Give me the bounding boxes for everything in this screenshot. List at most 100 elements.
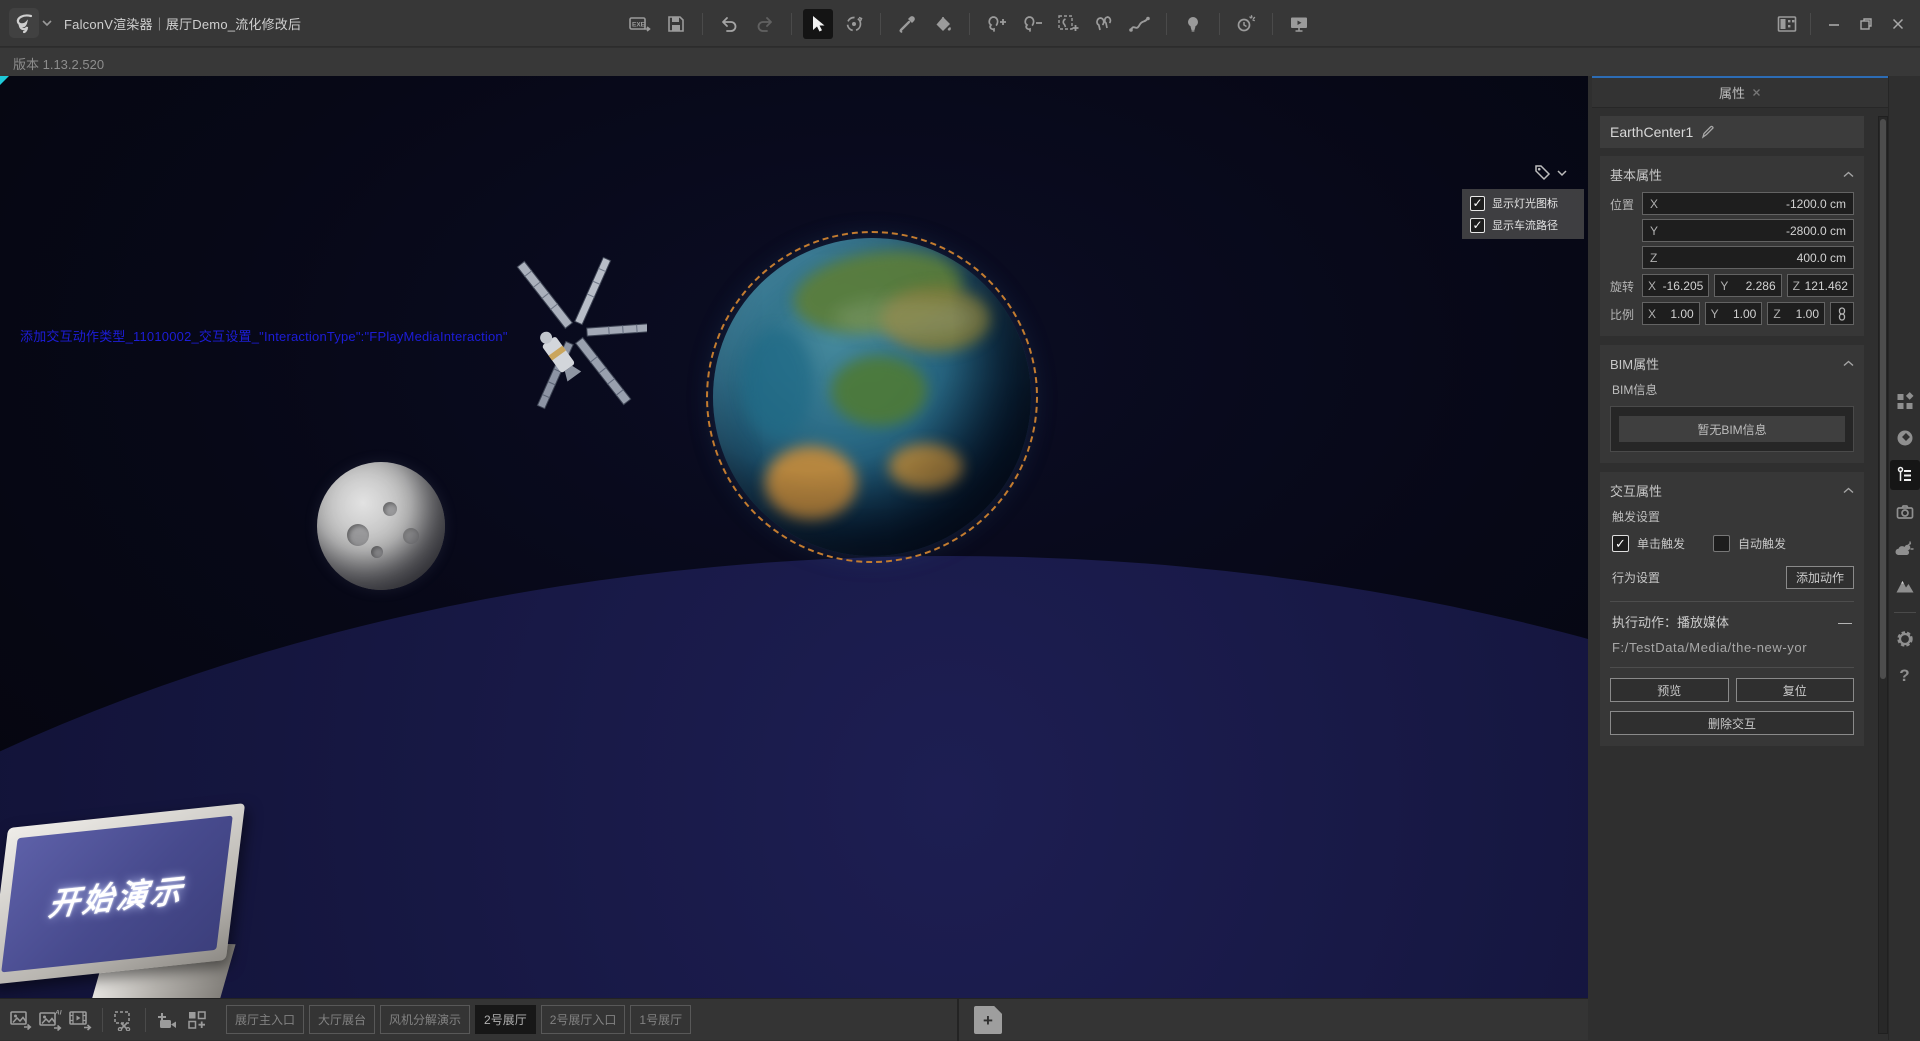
time-of-day-icon[interactable]	[1231, 9, 1261, 39]
add-scene-page-button[interactable]: +	[974, 1006, 1002, 1034]
satellite-model[interactable]	[512, 238, 647, 453]
scene-tab-active[interactable]: 2号展厅	[475, 1005, 536, 1034]
behavior-settings-label: 行为设置	[1612, 569, 1660, 586]
reset-button[interactable]: 复位	[1736, 678, 1855, 702]
collapse-chevron-icon[interactable]	[1843, 487, 1854, 494]
click-trigger-checkbox[interactable]: ✓	[1612, 535, 1629, 552]
position-y-field[interactable]: Y-2800.0 cm	[1642, 219, 1854, 242]
presentation-podium[interactable]: 开始演示	[0, 802, 314, 998]
scene-tab[interactable]: 风机分解演示	[380, 1005, 470, 1034]
checkbox-label: 显示车流路径	[1492, 217, 1558, 233]
bottom-bar: AI 展厅主入口 大厅展台 风机分解演示 2号展厅 2号展厅入口 1号展厅 +	[0, 998, 1588, 1040]
divider	[1610, 667, 1854, 668]
app-logo[interactable]	[9, 8, 39, 38]
add-action-button[interactable]: 添加动作	[1786, 566, 1854, 589]
undo-icon[interactable]	[714, 9, 744, 39]
checkbox-checked-icon[interactable]: ✓	[1470, 196, 1485, 211]
show-light-icons-option[interactable]: ✓ 显示灯光图标	[1470, 195, 1576, 211]
viewport-3d[interactable]: 添加交互动作类型_11010002_交互设置_"InteractionType"…	[0, 76, 1588, 998]
save-icon[interactable]	[661, 9, 691, 39]
scale-y-field[interactable]: Y1.00	[1705, 302, 1763, 325]
eyedropper-tool-icon[interactable]	[892, 9, 922, 39]
path-tool-icon[interactable]	[1125, 9, 1155, 39]
scale-link-toggle[interactable]	[1830, 302, 1854, 325]
toolbar-separator	[1219, 13, 1220, 35]
scrollbar-thumb[interactable]	[1880, 119, 1886, 679]
moon-model[interactable]	[317, 462, 445, 590]
object-name: EarthCenter1	[1610, 124, 1693, 140]
close-button[interactable]	[1884, 10, 1912, 38]
restore-button[interactable]	[1852, 10, 1880, 38]
earth-model-selected[interactable]	[711, 236, 1035, 560]
terrain-icon[interactable]	[1890, 571, 1920, 601]
remove-action-button[interactable]: —	[1838, 614, 1852, 630]
help-icon[interactable]: ?	[1890, 661, 1920, 691]
panel-tab-bar[interactable]: 属性	[1592, 78, 1888, 108]
section-bim-properties: BIM属性 BIM信息 暂无BIM信息	[1600, 345, 1864, 463]
rotation-x-field[interactable]: X-16.205	[1642, 274, 1709, 297]
weather-icon[interactable]	[1890, 534, 1920, 564]
checkbox-checked-icon[interactable]: ✓	[1470, 218, 1485, 233]
panel-scrollbar[interactable]	[1878, 116, 1888, 1034]
close-tab-icon[interactable]	[1752, 88, 1761, 97]
podium-screen[interactable]: 开始演示	[1, 816, 233, 973]
media-screen-icon[interactable]	[1284, 9, 1314, 39]
position-z-field[interactable]: Z400.0 cm	[1642, 246, 1854, 269]
crop-capture-icon[interactable]	[109, 1005, 139, 1035]
layout-panels-icon[interactable]	[1773, 10, 1801, 38]
toolbar-separator	[1272, 13, 1273, 35]
add-foliage-icon[interactable]	[981, 9, 1011, 39]
toolbar-separator	[791, 13, 792, 35]
podium-screen-frame: 开始演示	[0, 803, 245, 985]
delete-interaction-button[interactable]: 删除交互	[1610, 711, 1854, 735]
select-tool-icon[interactable]	[803, 9, 833, 39]
moon-crater	[403, 528, 419, 544]
position-x-field[interactable]: X-1200.0 cm	[1642, 192, 1854, 215]
chevron-down-icon[interactable]	[42, 19, 52, 27]
export-image-ai-icon[interactable]: AI	[36, 1005, 66, 1035]
viewport-corner-mark	[0, 76, 9, 85]
auto-trigger-checkbox[interactable]: ✓	[1713, 535, 1730, 552]
orbit-tool-icon[interactable]	[839, 9, 869, 39]
export-image-icon[interactable]	[6, 1005, 36, 1035]
planet-icon[interactable]	[1890, 423, 1920, 453]
minimize-button[interactable]	[1820, 10, 1848, 38]
collapse-chevron-icon[interactable]	[1843, 171, 1854, 178]
light-tool-icon[interactable]	[1178, 9, 1208, 39]
toolbar-separator	[145, 1008, 146, 1032]
section-title: BIM属性	[1610, 354, 1659, 373]
add-grid-icon[interactable]	[182, 1005, 212, 1035]
version-strip: 版本 1.13.2.520	[0, 48, 1920, 76]
export-video-icon[interactable]	[66, 1005, 96, 1035]
scene-tab[interactable]: 大厅展台	[309, 1005, 375, 1034]
rotation-z-field[interactable]: Z121.462	[1787, 274, 1854, 297]
export-exe-icon[interactable]: EXE	[625, 9, 655, 39]
assets-icon[interactable]	[1890, 386, 1920, 416]
rotation-y-field[interactable]: Y2.286	[1714, 274, 1781, 297]
scale-z-field[interactable]: Z1.00	[1767, 302, 1825, 325]
properties-panel: 属性 EarthCenter1 基本属性 位置 X-1200.0 cm	[1592, 76, 1888, 1040]
plus-icon: +	[983, 1012, 993, 1029]
moon-crater	[383, 502, 397, 516]
remove-foliage-icon[interactable]	[1017, 9, 1047, 39]
scene-tab[interactable]: 2号展厅入口	[541, 1005, 626, 1034]
edit-pencil-icon[interactable]	[1701, 125, 1715, 139]
outliner-icon[interactable]	[1890, 460, 1920, 490]
screenshot-camera-icon[interactable]	[1890, 497, 1920, 527]
scene-tab[interactable]: 1号展厅	[630, 1005, 691, 1034]
redo-icon[interactable]	[750, 9, 780, 39]
scene-tab[interactable]: 展厅主入口	[226, 1005, 304, 1034]
preview-button[interactable]: 预览	[1610, 678, 1729, 702]
collapse-chevron-icon[interactable]	[1843, 360, 1854, 367]
settings-gear-icon[interactable]	[1890, 624, 1920, 654]
display-filter-control[interactable]	[1534, 164, 1567, 181]
rotation-label: 旋转	[1610, 274, 1642, 295]
tab-properties[interactable]: 属性	[1719, 83, 1745, 102]
foliage-batch-icon[interactable]	[1089, 9, 1119, 39]
add-camera-icon[interactable]	[152, 1005, 182, 1035]
toolbar-separator	[1166, 13, 1167, 35]
scale-x-field[interactable]: X1.00	[1642, 302, 1700, 325]
paint-bucket-tool-icon[interactable]	[928, 9, 958, 39]
show-traffic-paths-option[interactable]: ✓ 显示车流路径	[1470, 217, 1576, 233]
add-foliage-group-icon[interactable]	[1053, 9, 1083, 39]
